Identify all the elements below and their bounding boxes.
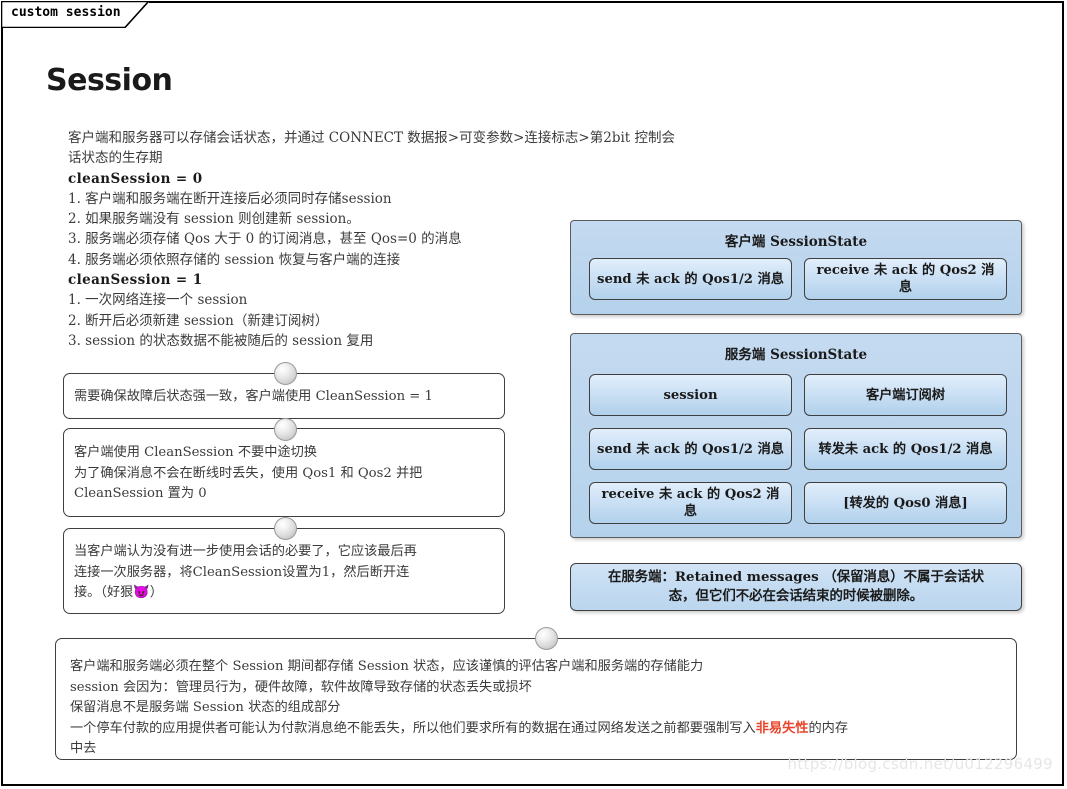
watermark: https://blog.csdn.net/u012296499 [787,755,1053,773]
heading-cleansession-0: cleanSession = 0 [68,170,203,187]
bottom-note-line-4: 一个停车付款的应用提供者可能认为付款消息绝不能丢失，所以他们要求所有的数据在通过… [70,719,1008,740]
note3-line-2: 连接一次服务器，将CleanSession设置为1，然后断开连 [74,564,410,580]
frame-tab: custom session [1,1,149,28]
server-cell-receive-unacked: receive 未 ack 的 Qos2 消息 [589,482,792,524]
clean0-item-1: 1. 客户端和服务端在断开连接后必须同时存储session [68,190,392,207]
retained-note-text: 在服务端：Retained messages （保留消息）不属于会话状 态，但它… [608,568,984,606]
note-anchor-circle-1 [274,362,297,385]
server-cell-client-subscription-tree: 客户端订阅树 [804,374,1007,416]
server-sessionstate-title: 服务端 SessionState [724,347,868,363]
bottom-note-line-4-post: 的内存 [808,720,849,736]
note-anchor-circle-4 [535,627,558,650]
server-cell-session: session [589,374,792,416]
retained-note-line-1: 在服务端：Retained messages （保留消息）不属于会话状 [607,569,985,585]
desc-line-2: 话状态的生存期 [68,150,163,167]
clean1-item-3: 3. session 的状态数据不能被随后的 session 复用 [68,332,374,349]
note2-line-3: CleanSession 置为 0 [74,486,207,501]
frame-tab-label: custom session [11,5,121,20]
heading-cleansession-1: cleanSession = 1 [68,272,203,289]
page-title: Session [46,63,173,98]
note2-line-1: 客户端使用 CleanSession 不要中途切换 [74,445,317,460]
session-description-text: 客户端和服务器可以存储会话状态，并通过 CONNECT 数据报>可变参数>连接标… [68,128,675,351]
bottom-note-highlight: 非易失性 [755,720,809,736]
note-final-disconnect: 当客户端认为没有进一步使用会话的必要了，它应该最后再 连接一次服务器，将Clea… [63,528,505,614]
note-anchor-circle-3 [274,517,297,540]
desc-line-1: 客户端和服务器可以存储会话状态，并通过 CONNECT 数据报>可变参数>连接标… [68,130,675,146]
note-anchor-circle-2 [274,418,297,441]
clean1-item-2: 2. 断开后必须新建 session（新建订阅树） [68,312,329,329]
client-sessionstate-title: 客户端 SessionState [724,234,868,250]
clean0-item-4: 4. 服务端必须依照存储的 session 恢复与客户端的连接 [68,251,401,268]
server-sessionstate-panel: 服务端 SessionState session 客户端订阅树 send 未 a… [570,333,1022,538]
bottom-note-line-4-pre: 一个停车付款的应用提供者可能认为付款消息绝不能丢失，所以他们要求所有的数据在通过… [70,720,756,736]
retained-note-line-2: 态，但它们不必在会话结束的时候被删除。 [668,588,924,604]
note2-line-2: 为了确保消息不会在断线时丢失，使用 Qos1 和 Qos2 并把 [74,465,423,481]
client-sessionstate-panel: 客户端 SessionState send 未 ack 的 Qos1/2 消息 … [570,220,1022,315]
bottom-note-line-2: session 会因为：管理员行为，硬件故障，软件故障导致存储的状态丢失或损坏 [70,679,532,695]
diagram-canvas: custom session Session 客户端和服务器可以存储会话状态，并… [0,0,1067,789]
client-cell-send-unacked: send 未 ack 的 Qos1/2 消息 [589,258,792,300]
note3-line-3: 接。（好狠😈） [74,585,163,600]
clean1-item-1: 1. 一次网络连接一个 session [68,292,248,309]
bottom-note-line-3: 保留消息不是服务端 Session 状态的组成部分 [70,700,341,715]
clean0-item-3: 3. 服务端必须存储 Qos 大于 0 的订阅消息，甚至 Qos=0 的消息 [68,231,462,248]
server-cell-send-unacked: send 未 ack 的 Qos1/2 消息 [589,428,792,470]
client-cell-receive-unacked: receive 未 ack 的 Qos2 消息 [804,258,1007,300]
note3-line-1: 当客户端认为没有进一步使用会话的必要了，它应该最后再 [74,544,417,559]
clean0-item-2: 2. 如果服务端没有 session 则创建新 session。 [68,211,360,228]
retained-messages-note: 在服务端：Retained messages （保留消息）不属于会话状 态，但它… [570,563,1022,611]
note-session-storage: 客户端和服务端必须在整个 Session 期间都存储 Session 状态，应该… [55,638,1017,760]
note-no-midway-switch: 客户端使用 CleanSession 不要中途切换 为了确保消息不会在断线时丢失… [63,428,505,517]
server-cell-forward-unacked: 转发未 ack 的 Qos1/2 消息 [804,428,1007,470]
bottom-note-line-1: 客户端和服务端必须在整个 Session 期间都存储 Session 状态，应该… [70,659,704,674]
note1-line-1: 需要确保故障后状态强一致，客户端使用 CleanSession = 1 [74,389,433,404]
server-cell-forwarded-qos0: [转发的 Qos0 消息] [804,482,1007,524]
